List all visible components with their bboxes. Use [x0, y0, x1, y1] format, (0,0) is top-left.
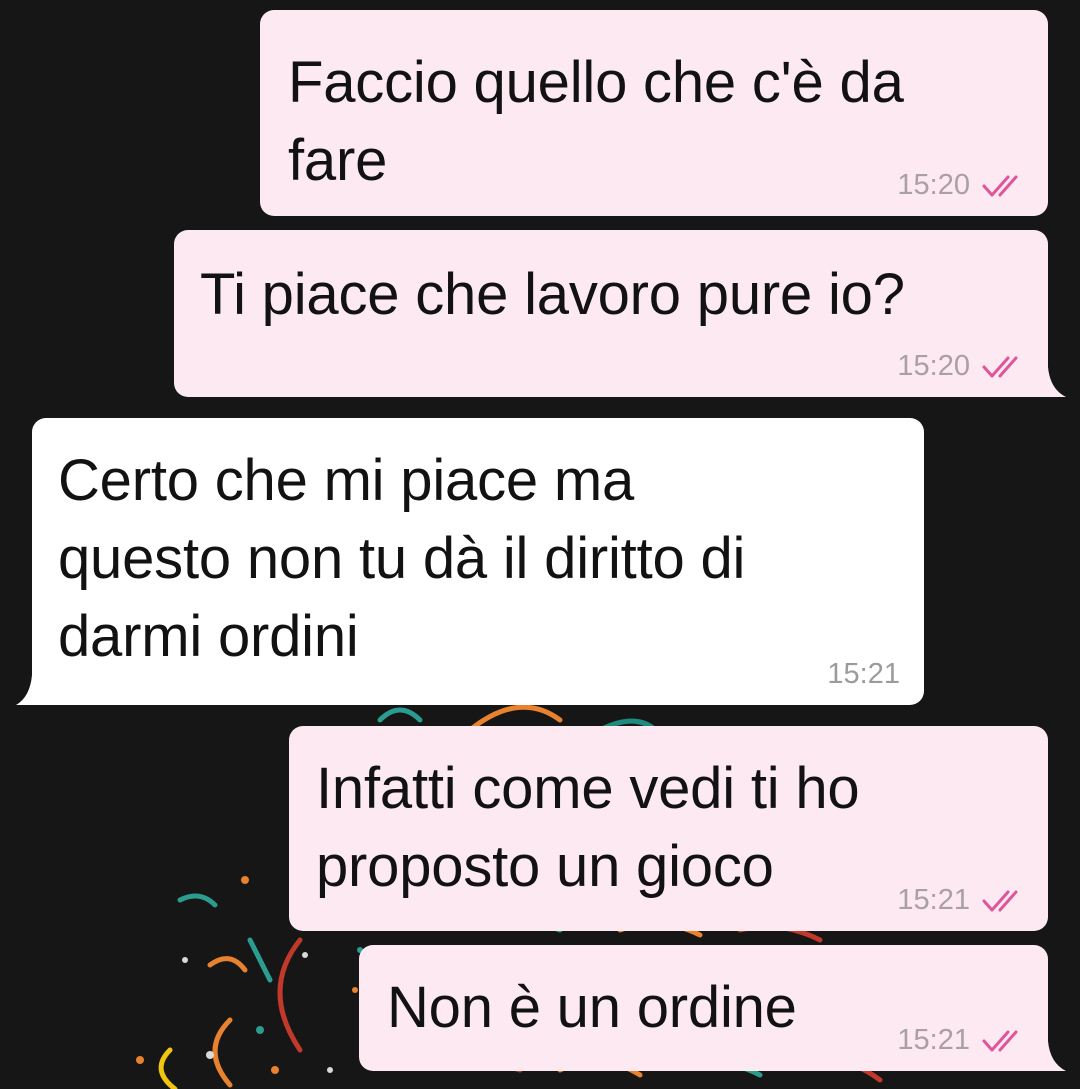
- message-bubble-outgoing[interactable]: Ti piace che lavoro pure io? 15:20: [174, 230, 1048, 397]
- message-time: 15:21: [827, 658, 900, 690]
- message-time: 15:20: [897, 350, 970, 382]
- message-text: Certo che mi piace ma questo non tu dà i…: [58, 448, 746, 669]
- double-check-icon: [982, 890, 1018, 911]
- double-check-icon: [982, 356, 1018, 377]
- message-meta: 15:21: [897, 1024, 1026, 1057]
- double-check-icon: [982, 175, 1018, 196]
- message-bubble-incoming[interactable]: Certo che mi piace ma questo non tu dà i…: [32, 418, 924, 705]
- message-text: Ti piace che lavoro pure io?: [200, 262, 905, 327]
- message-bubble-outgoing[interactable]: Faccio quello che c'è da fare 15:20: [260, 10, 1048, 216]
- message-time: 15:20: [897, 169, 970, 201]
- message-text: Non è un ordine: [387, 975, 797, 1040]
- message-time: 15:21: [897, 1024, 970, 1056]
- message-meta: 15:20: [897, 350, 1026, 383]
- message-time: 15:21: [897, 884, 970, 916]
- message-meta: 15:20: [897, 169, 1026, 202]
- message-meta: 15:21: [827, 658, 900, 691]
- message-text: Faccio quello che c'è da fare: [288, 50, 904, 193]
- message-meta: 15:21: [897, 884, 1026, 917]
- double-check-icon: [982, 1030, 1018, 1051]
- message-bubble-outgoing[interactable]: Non è un ordine 15:21: [359, 945, 1048, 1071]
- message-text: Infatti come vedi ti ho proposto un gioc…: [316, 756, 860, 899]
- message-bubble-outgoing[interactable]: Infatti come vedi ti ho proposto un gioc…: [289, 726, 1048, 931]
